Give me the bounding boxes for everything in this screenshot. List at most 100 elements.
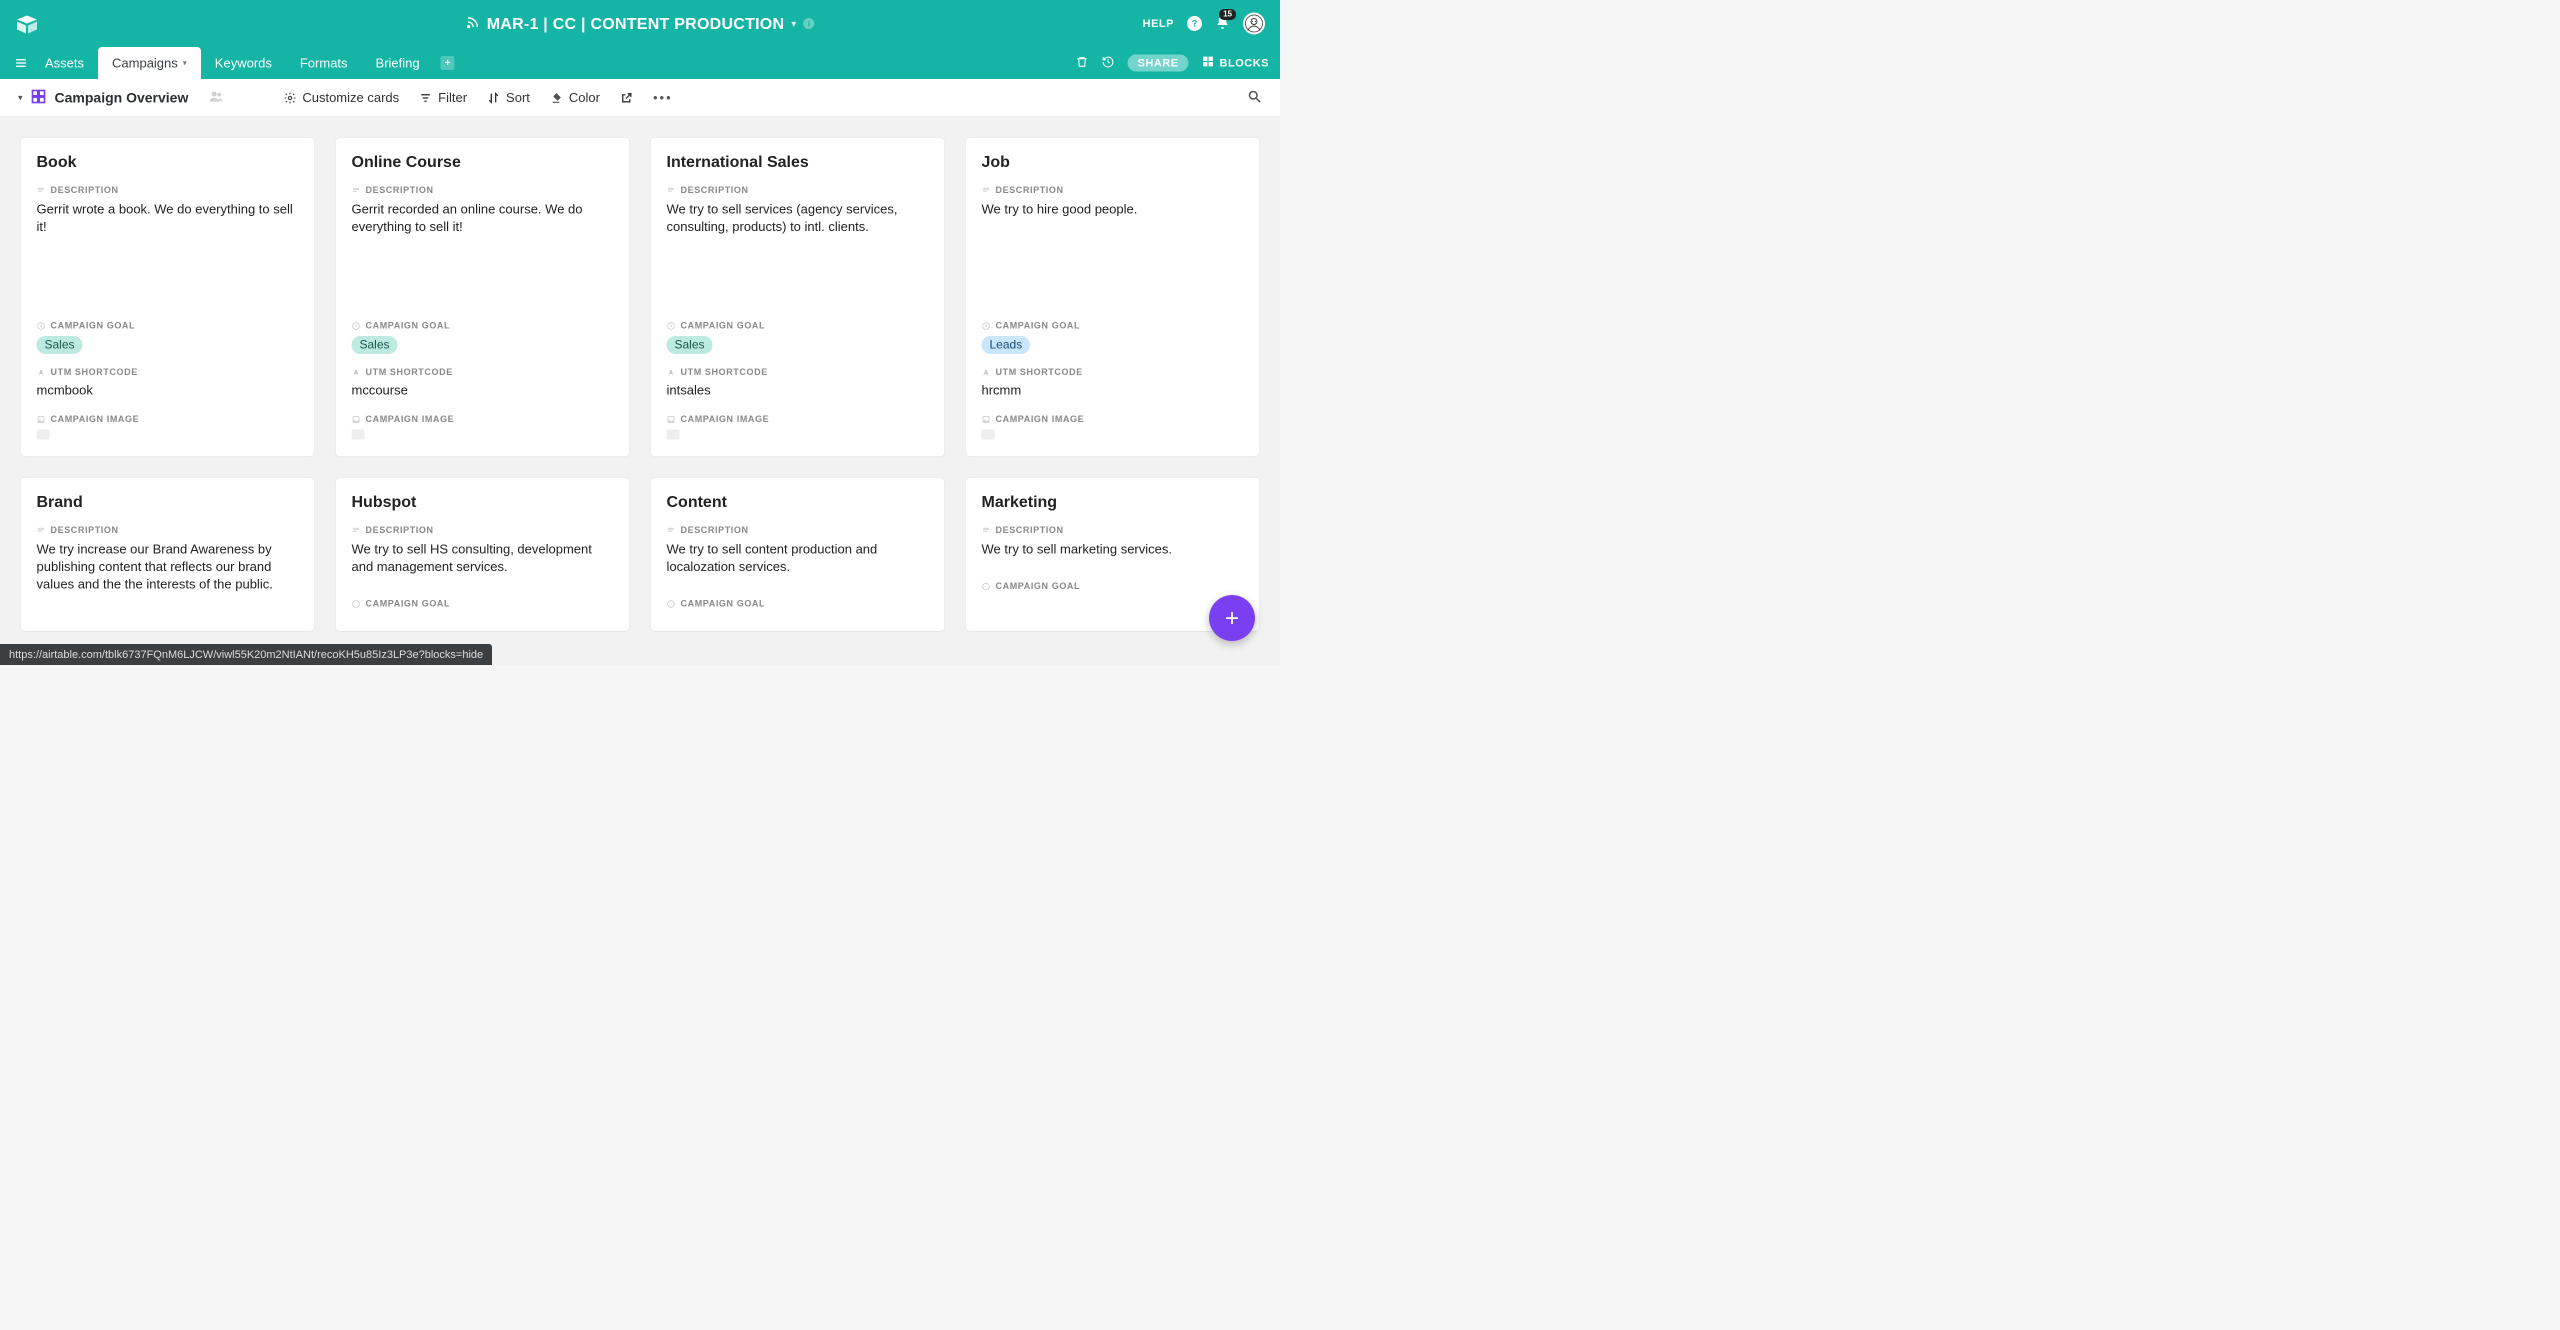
goal-pill: Sales	[667, 336, 713, 354]
utm-value: mccourse	[352, 383, 614, 399]
field-label-image: CAMPAIGN IMAGE	[982, 414, 1244, 425]
table-tabs: Assets Campaigns ▾ Keywords Formats Brief…	[0, 47, 1280, 79]
field-label-utm: UTM SHORTCODE	[982, 367, 1244, 378]
description-text: We try to sell HS consulting, developmen…	[352, 541, 614, 576]
blocks-label: BLOCKS	[1220, 57, 1269, 70]
tab-label: Briefing	[376, 55, 420, 71]
tab-briefing[interactable]: Briefing	[362, 47, 434, 79]
field-label-goal: CAMPAIGN GOAL	[352, 599, 614, 610]
description-text: We try to sell marketing services.	[982, 541, 1244, 559]
utm-value: hrcmm	[982, 383, 1244, 399]
menu-icon[interactable]	[11, 57, 31, 70]
image-thumb	[352, 430, 365, 440]
info-icon[interactable]: i	[803, 18, 814, 29]
help-icon[interactable]: ?	[1187, 16, 1202, 31]
color-button[interactable]: Color	[550, 90, 600, 106]
card-title: Marketing	[982, 493, 1244, 512]
field-label-description: DESCRIPTION	[982, 525, 1244, 536]
notifications-button[interactable]: 15	[1215, 15, 1230, 33]
add-table-button[interactable]: +	[441, 56, 455, 70]
field-label-goal: CAMPAIGN GOAL	[352, 321, 614, 332]
tab-label: Formats	[300, 55, 348, 71]
goal-pill: Sales	[352, 336, 398, 354]
more-options-button[interactable]: •••	[653, 90, 673, 106]
tool-label: Customize cards	[302, 90, 399, 106]
field-label-goal: CAMPAIGN GOAL	[667, 599, 929, 610]
card-title: Job	[982, 153, 1244, 172]
base-dropdown-caret[interactable]: ▾	[791, 17, 796, 30]
gallery-grid: Book DESCRIPTION Gerrit wrote a book. We…	[0, 117, 1280, 665]
tool-label: Sort	[506, 90, 530, 106]
image-thumb	[667, 430, 680, 440]
description-text: We try to sell content production and lo…	[667, 541, 929, 576]
field-label-description: DESCRIPTION	[667, 525, 929, 536]
goal-pill: Leads	[982, 336, 1031, 354]
blocks-icon	[1202, 55, 1215, 71]
field-label-description: DESCRIPTION	[352, 185, 614, 196]
record-card[interactable]: Brand DESCRIPTION We try increase our Br…	[20, 477, 315, 632]
record-card[interactable]: International Sales DESCRIPTION We try t…	[650, 137, 945, 457]
base-title[interactable]: MAR-1 | CC | CONTENT PRODUCTION	[487, 14, 785, 33]
blocks-button[interactable]: BLOCKS	[1202, 55, 1269, 71]
view-switcher[interactable]: ▾ Campaign Overview	[18, 89, 188, 108]
tab-assets[interactable]: Assets	[31, 47, 98, 79]
help-link[interactable]: HELP	[1143, 17, 1174, 30]
description-text: We try to hire good people.	[982, 201, 1244, 271]
notification-count-badge: 15	[1219, 9, 1236, 20]
tab-label: Assets	[45, 55, 84, 71]
tab-label: Keywords	[215, 55, 272, 71]
field-label-image: CAMPAIGN IMAGE	[37, 414, 299, 425]
customize-cards-button[interactable]: Customize cards	[283, 90, 399, 106]
gallery-view-icon	[31, 89, 47, 108]
field-label-description: DESCRIPTION	[37, 525, 299, 536]
search-button[interactable]	[1247, 89, 1262, 107]
field-label-goal: CAMPAIGN GOAL	[982, 581, 1244, 592]
add-record-fab[interactable]: +	[1209, 595, 1255, 641]
share-view-button[interactable]	[620, 91, 633, 104]
tab-formats[interactable]: Formats	[286, 47, 362, 79]
card-title: Brand	[37, 493, 299, 512]
goal-pill: Sales	[37, 336, 83, 354]
tab-keywords[interactable]: Keywords	[201, 47, 286, 79]
utm-value: intsales	[667, 383, 929, 399]
image-thumb	[37, 430, 50, 440]
card-title: Content	[667, 493, 929, 512]
field-label-utm: UTM SHORTCODE	[352, 367, 614, 378]
filter-button[interactable]: Filter	[419, 90, 467, 106]
field-label-goal: CAMPAIGN GOAL	[982, 321, 1244, 332]
status-bar-url: https://airtable.com/tblk6737FQnM6LJCW/v…	[0, 644, 492, 665]
field-label-description: DESCRIPTION	[37, 185, 299, 196]
field-label-description: DESCRIPTION	[352, 525, 614, 536]
chevron-down-icon: ▾	[183, 58, 187, 68]
utm-value: mcmbook	[37, 383, 299, 399]
record-card[interactable]: Online Course DESCRIPTION Gerrit recorde…	[335, 137, 630, 457]
field-label-image: CAMPAIGN IMAGE	[667, 414, 929, 425]
record-card[interactable]: Hubspot DESCRIPTION We try to sell HS co…	[335, 477, 630, 632]
record-card[interactable]: Job DESCRIPTION We try to hire good peop…	[965, 137, 1260, 457]
description-text: We try to sell services (agency services…	[667, 201, 929, 271]
rss-icon	[466, 15, 480, 32]
share-button[interactable]: SHARE	[1128, 55, 1189, 72]
view-toolbar: ▾ Campaign Overview Customize cards Filt…	[0, 79, 1280, 117]
record-card[interactable]: Content DESCRIPTION We try to sell conte…	[650, 477, 945, 632]
description-text: Gerrit wrote a book. We do everything to…	[37, 201, 299, 271]
trash-icon[interactable]	[1076, 55, 1089, 71]
sort-button[interactable]: Sort	[487, 90, 530, 106]
tab-campaigns[interactable]: Campaigns ▾	[98, 47, 201, 79]
field-label-utm: UTM SHORTCODE	[37, 367, 299, 378]
user-avatar[interactable]	[1243, 13, 1265, 35]
card-title: International Sales	[667, 153, 929, 172]
app-header: MAR-1 | CC | CONTENT PRODUCTION ▾ i HELP…	[0, 0, 1280, 47]
history-icon[interactable]	[1102, 55, 1115, 71]
description-text: We try increase our Brand Awareness by p…	[37, 541, 299, 594]
tool-label: Color	[569, 90, 600, 106]
collaborators-icon[interactable]	[208, 89, 223, 107]
card-title: Hubspot	[352, 493, 614, 512]
field-label-utm: UTM SHORTCODE	[667, 367, 929, 378]
description-text: Gerrit recorded an online course. We do …	[352, 201, 614, 271]
tab-label: Campaigns	[112, 55, 178, 71]
app-logo[interactable]	[15, 12, 39, 36]
record-card[interactable]: Book DESCRIPTION Gerrit wrote a book. We…	[20, 137, 315, 457]
card-title: Book	[37, 153, 299, 172]
image-thumb	[982, 430, 995, 440]
